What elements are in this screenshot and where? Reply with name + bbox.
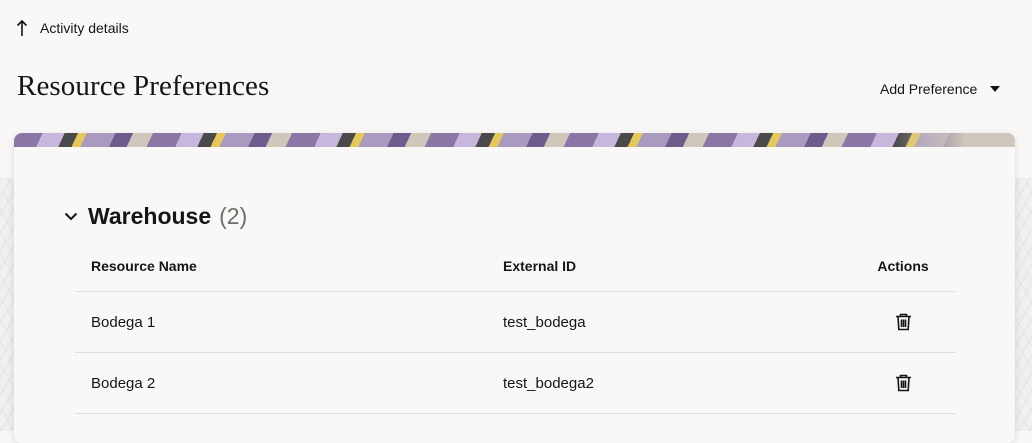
- external-id-cell: test_bodega: [503, 313, 586, 331]
- section-count: (2): [219, 202, 248, 229]
- table-header-row: Resource Name External ID Actions: [75, 241, 955, 292]
- delete-button[interactable]: [893, 373, 913, 393]
- section-title: Warehouse: [88, 202, 212, 229]
- back-link-label: Activity details: [40, 20, 129, 36]
- delete-button[interactable]: [893, 312, 913, 332]
- trash-icon: [895, 374, 911, 392]
- page-title: Resource Preferences: [17, 70, 270, 102]
- column-header-resource-name: Resource Name: [91, 258, 197, 274]
- warehouse-section-toggle[interactable]: Warehouse (2): [64, 203, 247, 229]
- external-id-cell: test_bodega2: [503, 374, 594, 392]
- trash-icon: [895, 313, 911, 331]
- table-row: Bodega 1 test_bodega: [75, 292, 955, 353]
- add-preference-menu-button[interactable]: Add Preference: [880, 78, 1001, 100]
- column-header-actions: Actions: [877, 258, 929, 274]
- resource-name-cell: Bodega 2: [91, 374, 156, 392]
- column-header-external-id: External ID: [503, 258, 577, 274]
- caret-down-icon: [990, 86, 1001, 92]
- back-to-activity-details-link[interactable]: Activity details: [16, 17, 129, 39]
- actions-cell: [855, 292, 951, 352]
- actions-cell: [855, 353, 951, 413]
- table-row: Bodega 2 test_bodega2: [75, 353, 955, 414]
- resource-name-cell: Bodega 1: [91, 313, 156, 331]
- chevron-down-icon: [64, 212, 78, 220]
- add-preference-label: Add Preference: [880, 81, 978, 97]
- arrow-up-icon: [16, 19, 28, 36]
- resource-preferences-card: Warehouse (2) Resource Name External ID …: [14, 133, 1015, 443]
- card-decorative-banner: [14, 133, 1015, 147]
- warehouse-resources-table: Resource Name External ID Actions Bodega…: [75, 241, 955, 414]
